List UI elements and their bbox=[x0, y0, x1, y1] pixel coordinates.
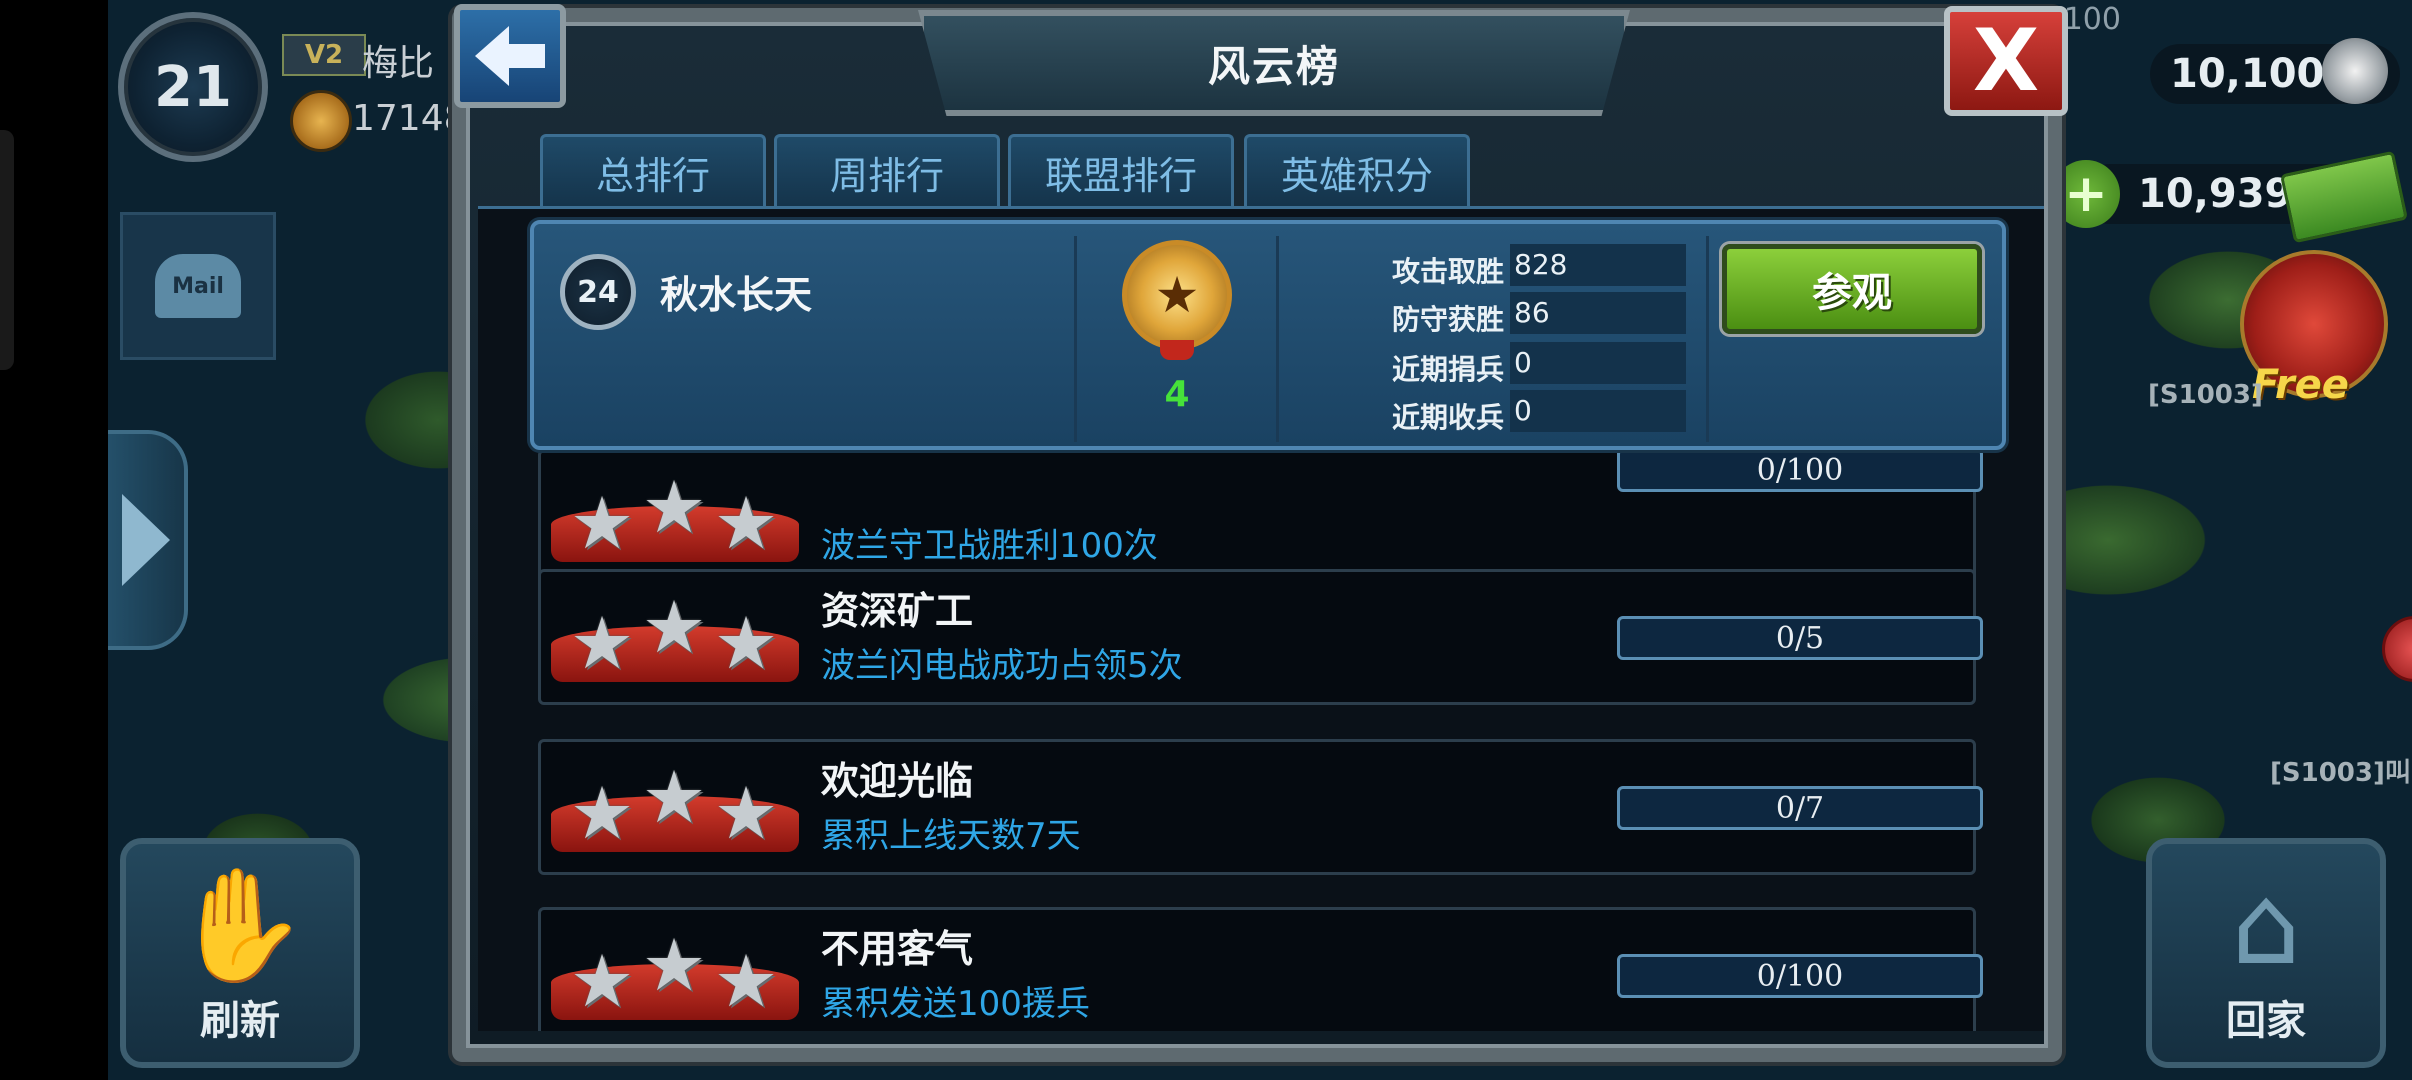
hand-icon: ✋ bbox=[171, 861, 309, 989]
achievement-title: 欢迎光临 bbox=[821, 759, 974, 803]
troops-received-label: 近期收兵 bbox=[1392, 401, 1505, 434]
attack-wins-label: 攻击取胜 bbox=[1392, 255, 1505, 288]
three-star-ribbon-icon: ★ ★ ★ bbox=[551, 761, 799, 856]
back-button[interactable] bbox=[454, 4, 566, 108]
achievement-description: 波兰闪电战成功占领5次 bbox=[821, 646, 1183, 686]
arrow-right-icon bbox=[122, 494, 170, 586]
expand-panel-button[interactable] bbox=[108, 430, 188, 650]
medal-ribbon bbox=[1160, 340, 1194, 360]
three-star-ribbon-icon: ★ ★ ★ bbox=[551, 929, 799, 1024]
home-button[interactable]: ⌂ 回家 bbox=[2146, 838, 2386, 1068]
divider bbox=[1276, 236, 1279, 442]
player-name: 梅比 bbox=[362, 43, 435, 84]
free-gift-label[interactable]: Free bbox=[2252, 362, 2349, 408]
mail-button[interactable]: Mail bbox=[120, 212, 276, 360]
dialog-title: 风云榜 bbox=[1207, 41, 1340, 91]
add-cash-button[interactable]: + bbox=[2052, 160, 2120, 228]
vip-badge[interactable]: V2 bbox=[282, 34, 366, 76]
three-star-ribbon-icon: ★ ★ ★ bbox=[551, 471, 799, 566]
achievement-title: 资深矿工 bbox=[821, 589, 974, 633]
divider bbox=[1074, 236, 1077, 442]
achievement-row: ★ ★ ★ 资深矿工 波兰闪电战成功占领5次 0/5 bbox=[538, 569, 1983, 705]
achievement-progress: 0/5 bbox=[1617, 616, 1983, 660]
defense-wins-value: 86 bbox=[1510, 292, 1686, 334]
achievement-progress: 0/7 bbox=[1617, 786, 1983, 830]
achievement-progress: 0/100 bbox=[1617, 448, 1983, 492]
rank-medal-icon: ★ bbox=[1122, 240, 1232, 350]
close-button[interactable]: X bbox=[1944, 6, 2068, 116]
tab-hero-points[interactable]: 英雄积分 bbox=[1244, 134, 1470, 208]
player-level-badge[interactable]: 21 bbox=[118, 12, 268, 162]
mailbox-icon: Mail bbox=[155, 254, 241, 318]
achievement-row: ★ ★ ★ 欢迎光临 累积上线天数7天 0/7 bbox=[538, 739, 1983, 875]
silver-value: 10,100 bbox=[2170, 51, 2325, 97]
tab-weekly-ranking[interactable]: 周排行 bbox=[774, 134, 1000, 208]
achievement-description: 累积发送100援兵 bbox=[821, 984, 1090, 1024]
refresh-button[interactable]: ✋ 刷新 bbox=[120, 838, 360, 1068]
player-info-card: 24 秋水长天 ★ 4 攻击取胜 828 防守获胜 86 近期捐兵 0 近期收兵… bbox=[530, 220, 2006, 450]
troops-donated-label: 近期捐兵 bbox=[1392, 353, 1505, 386]
player-level-badge: 24 bbox=[560, 254, 636, 330]
troops-donated-value: 0 bbox=[1510, 342, 1686, 384]
three-star-ribbon-icon: ★ ★ ★ bbox=[551, 591, 799, 686]
tab-total-ranking[interactable]: 总排行 bbox=[540, 134, 766, 208]
player-name: 秋水长天 bbox=[660, 273, 813, 317]
visit-button[interactable]: 参观 bbox=[1722, 244, 1982, 334]
edge-handle bbox=[0, 130, 14, 370]
achievement-description: 波兰守卫战胜利100次 bbox=[821, 526, 1158, 566]
mail-label: Mail bbox=[172, 273, 224, 299]
achievement-description: 累积上线天数7天 bbox=[821, 816, 1081, 856]
achievement-progress: 0/100 bbox=[1617, 954, 1983, 998]
attack-wins-value: 828 bbox=[1510, 244, 1686, 286]
defense-wins-label: 防守获胜 bbox=[1392, 303, 1505, 336]
medal-icon bbox=[290, 90, 352, 152]
divider bbox=[1706, 236, 1709, 442]
refresh-label: 刷新 bbox=[200, 998, 280, 1044]
home-label: 回家 bbox=[2226, 998, 2306, 1044]
cash-value: 10,939 bbox=[2138, 171, 2293, 217]
achievement-row: ★ ★ ★ 波兰守卫战胜利100次 0/100 bbox=[538, 448, 1983, 585]
arrow-left-icon bbox=[475, 26, 545, 86]
troops-received-value: 0 bbox=[1510, 390, 1686, 432]
tab-alliance-ranking[interactable]: 联盟排行 bbox=[1008, 134, 1234, 208]
achievement-title: 不用客气 bbox=[821, 927, 974, 971]
achievement-row: ★ ★ ★ 不用客气 累积发送100援兵 0/100 bbox=[538, 907, 1983, 1031]
chat-line: [S1003] bbox=[2148, 380, 2263, 410]
chat-line: [S1003]叫 bbox=[2270, 758, 2411, 788]
rank-number: 4 bbox=[1164, 374, 1190, 415]
home-icon: ⌂ bbox=[2231, 861, 2301, 989]
dialog-title-plate: 风云榜 bbox=[918, 10, 1630, 116]
silver-coin-icon bbox=[2322, 38, 2388, 104]
player-score: 17148 bbox=[352, 98, 467, 139]
